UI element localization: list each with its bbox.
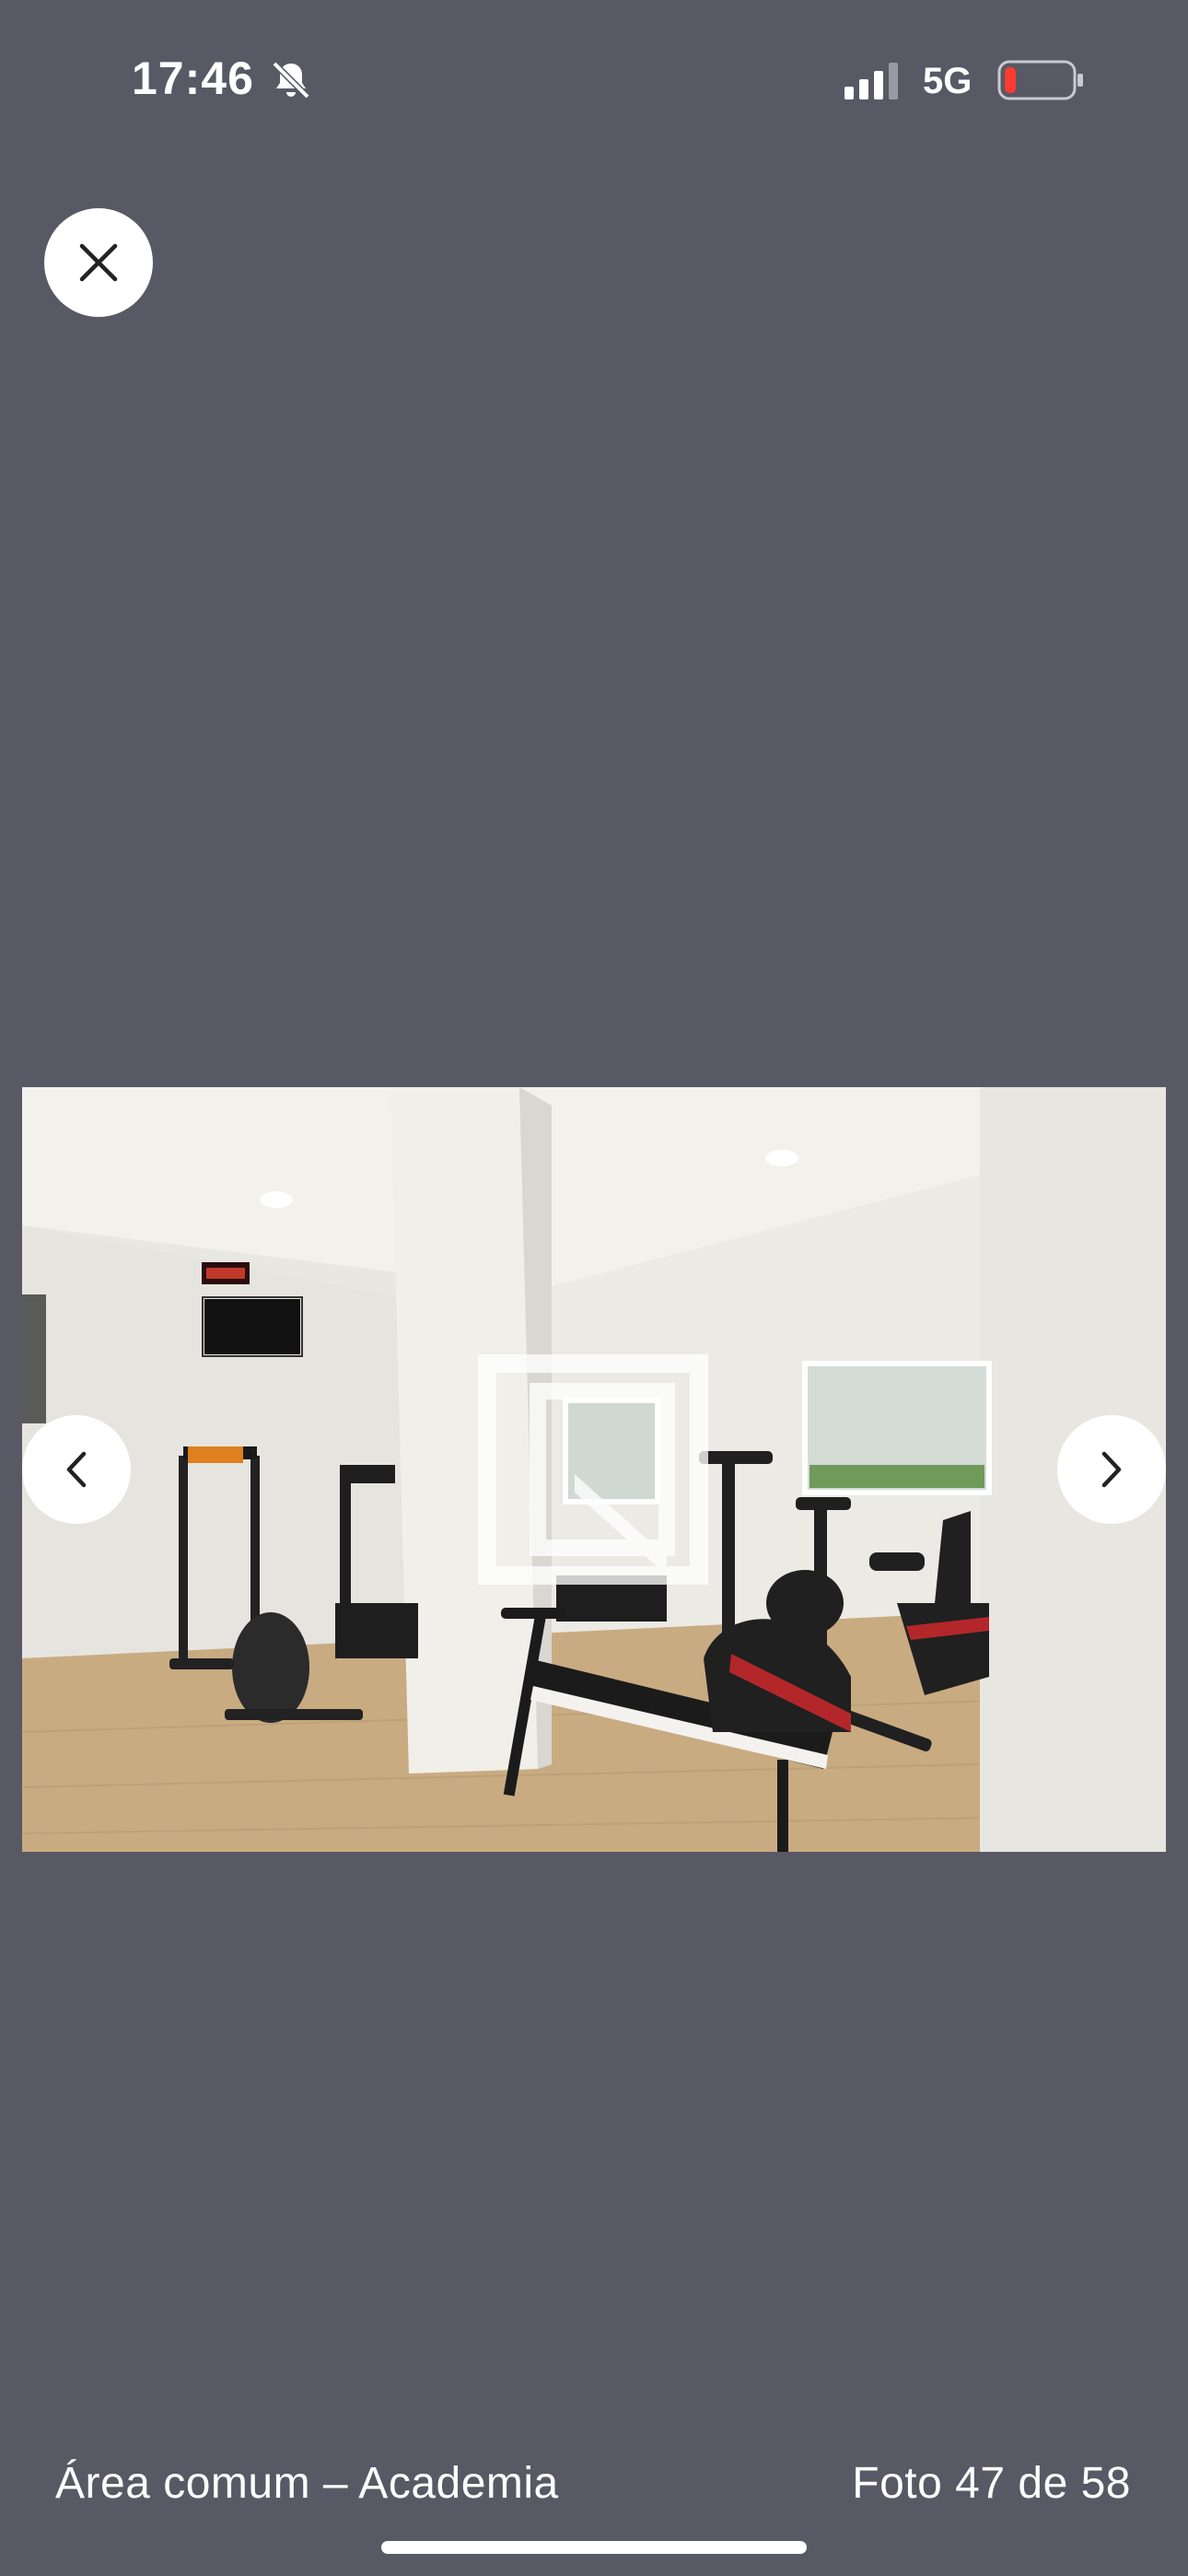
photo-viewer-screen: 17:46 5G Área comum – Academia Foto 47 d… [0,0,1188,2576]
status-time: 17:46 [132,53,254,104]
close-icon [79,243,118,282]
photo-counter: Foto 47 de 58 [852,2459,1131,2508]
close-button[interactable] [44,208,153,317]
cellular-signal-icon [844,63,898,100]
previous-photo-button[interactable] [22,1415,131,1524]
chevron-left-icon [66,1451,87,1488]
next-photo-button[interactable] [1057,1415,1166,1524]
network-type: 5G [923,61,973,101]
status-bar: 17:46 5G [0,0,1188,166]
photo-caption: Área comum – Academia [55,2459,559,2508]
home-indicator[interactable] [381,2541,807,2554]
gym-photo [22,1087,1166,1852]
chevron-right-icon [1101,1451,1122,1488]
bell-slash-icon [272,61,310,100]
battery-low-icon [997,60,1083,100]
